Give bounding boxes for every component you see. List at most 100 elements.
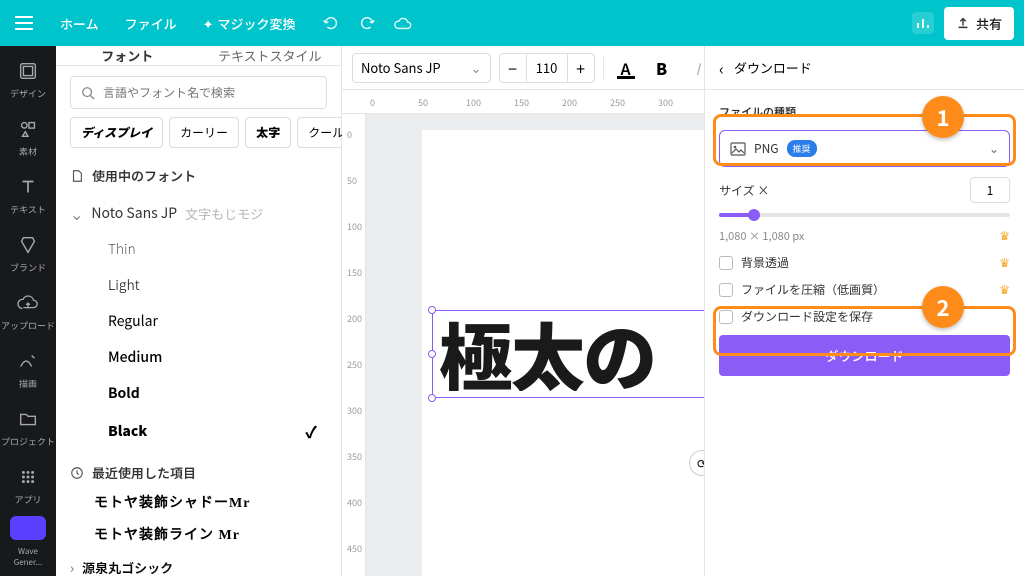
nav-magic-label: マジック変換 [218,14,296,33]
rail-apps[interactable]: アプリ [0,458,56,516]
font-select[interactable]: Noto Sans JP ⌄ [352,53,491,83]
resize-handle[interactable] [428,306,436,314]
recent-font-1[interactable]: モトヤ装飾シャドーMr [56,486,341,518]
rail-brand[interactable]: ブランド [0,226,56,284]
resize-handle[interactable] [428,350,436,358]
chip-heavy[interactable]: 太字 [245,117,291,148]
recent-font-2[interactable]: モトヤ装飾ライン Mr [56,518,341,550]
rail-upload[interactable]: アップロード [0,284,56,342]
check-icon: ✓ [305,419,317,443]
search-box[interactable] [70,76,327,109]
checkbox[interactable] [719,283,733,297]
recent-header-label: 最近使用した項目 [92,463,196,482]
download-title: ダウンロード [734,58,812,77]
section-recent: 最近使用した項目 [56,453,341,486]
compress-row[interactable]: ファイルを圧縮（低画質） ♛ [719,281,1010,298]
tab-text-style[interactable]: テキストスタイル [199,46,342,65]
save-settings-label: ダウンロード設定を保存 [741,308,873,325]
sparkle-icon: ✦ [203,14,214,33]
save-settings-row[interactable]: ダウンロード設定を保存 [719,308,1010,325]
weight-medium[interactable]: Medium [108,347,327,367]
weight-thin[interactable]: Thin [108,239,327,259]
share-label: 共有 [976,14,1002,33]
bold-button[interactable]: B [648,54,676,82]
annotation-2: 2 [922,286,964,328]
side-tabs: フォント テキストスタイル [56,46,341,66]
section-using: 使用中のフォント [56,156,341,189]
redo-icon[interactable] [356,12,378,34]
transparent-row[interactable]: 背景透過 ♛ [719,254,1010,271]
checkbox[interactable] [719,310,733,324]
rail-app-thumb[interactable] [10,516,46,540]
search-wrap [56,66,341,117]
tab-font[interactable]: フォント [56,46,199,65]
size-row: サイズ × [719,177,1010,203]
download-header: ‹ ダウンロード [705,46,1024,90]
size-input[interactable] [527,53,567,83]
image-icon [730,141,746,157]
upload-icon [956,16,970,30]
cloud-icon[interactable] [392,12,414,34]
chevron-down-icon: ⌄ [471,58,482,77]
font-family-row[interactable]: ⌄ Noto Sans JP 文字もじモジ [70,193,327,233]
crown-icon: ♛ [999,227,1010,244]
rail-design[interactable]: デザイン [0,52,56,110]
search-icon [81,86,95,100]
font-weight-list: Thin Light Regular Medium Bold Black✓ [70,233,327,449]
size-increase[interactable]: + [567,53,595,83]
rail-app-label: Wave Gener... [0,546,56,576]
rail-text[interactable]: テキスト [0,168,56,226]
size-decrease[interactable]: − [499,53,527,83]
resize-handle[interactable] [428,394,436,402]
checkbox[interactable] [719,256,733,270]
document-icon [70,169,84,183]
rail-draw[interactable]: 描画 [0,342,56,400]
weight-black[interactable]: Black✓ [108,419,327,443]
crown-icon: ♛ [999,281,1010,298]
using-header-label: 使用中のフォント [92,166,196,185]
size-label: サイズ × [719,182,769,199]
weight-bold[interactable]: Bold [108,383,327,403]
left-rail: デザイン 素材 テキスト ブランド アップロード 描画 プロジェクト アプリ W… [0,46,56,576]
analytics-icon[interactable] [912,12,934,34]
transparent-label: 背景透過 [741,254,789,271]
size-multiplier-input[interactable] [970,177,1010,203]
font-family-name: Noto Sans JP [91,203,177,223]
download-panel: ‹ ダウンロード ファイルの種類 PNG 推奨 ⌄ サイズ × 1,080 × … [704,46,1024,576]
search-input[interactable] [103,84,316,101]
nav-home[interactable]: ホーム [50,8,109,39]
undo-icon[interactable] [320,12,342,34]
filter-chips: ディスプレイ カーリー 太字 クール › [56,117,341,156]
chevron-down-icon: ⌄ [989,140,999,157]
header-actions [320,12,414,34]
weight-regular[interactable]: Regular [108,311,327,331]
font-panel: フォント テキストスタイル ディスプレイ カーリー 太字 クール › 使用中のフ… [56,46,342,576]
rail-elements[interactable]: 素材 [0,110,56,168]
ruler-vertical: 050100150200250300350400450 [342,114,366,576]
nav-magic[interactable]: ✦ マジック変換 [193,8,306,39]
weight-light[interactable]: Light [108,275,327,295]
menu-icon[interactable] [10,9,38,37]
crown-icon: ♛ [999,254,1010,271]
header-right: 共有 [912,7,1014,40]
chip-curly[interactable]: カーリー [169,117,239,148]
text-color-button[interactable]: A [612,54,640,82]
chip-display[interactable]: ディスプレイ [70,117,163,148]
download-button[interactable]: ダウンロード [719,335,1010,376]
nav-file[interactable]: ファイル [115,8,187,39]
size-group: − + [499,53,595,83]
rail-projects[interactable]: プロジェクト [0,400,56,458]
share-button[interactable]: 共有 [944,7,1014,40]
size-slider[interactable] [719,213,1010,217]
font-select-label: Noto Sans JP [361,58,441,77]
header-nav: ホーム ファイル ✦ マジック変換 [50,8,306,39]
main-area: デザイン 素材 テキスト ブランド アップロード 描画 プロジェクト アプリ W… [0,46,1024,576]
recent-font-3[interactable]: ›源泉丸ゴシック [56,550,341,576]
chevron-down-icon: ⌄ [70,201,83,225]
app-header: ホーム ファイル ✦ マジック変換 共有 [0,0,1024,46]
suggested-badge: 推奨 [787,140,817,157]
annotation-1: 1 [922,96,964,138]
back-icon[interactable]: ‹ [719,56,724,80]
clock-icon [70,466,84,480]
filetype-select[interactable]: PNG 推奨 ⌄ [719,130,1010,167]
